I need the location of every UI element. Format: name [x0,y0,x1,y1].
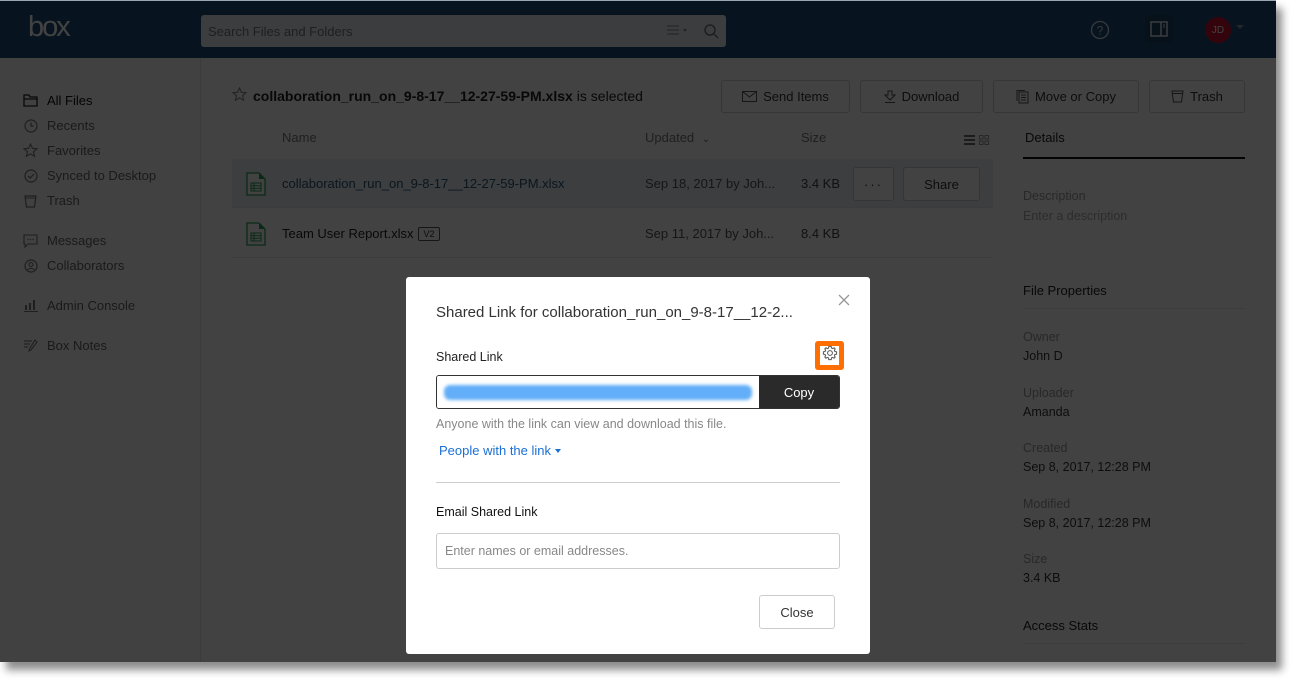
shared-link-label: Shared Link [436,350,503,364]
modal-title: Shared Link for collaboration_run_on_9-8… [436,304,793,321]
divider [436,482,840,483]
gear-icon [822,345,838,366]
shared-link-field-group: Copy [436,375,840,409]
shared-link-url-input[interactable] [437,376,759,408]
shared-link-settings-button[interactable] [815,341,844,370]
copy-link-button[interactable]: Copy [759,376,839,408]
access-level-dropdown[interactable]: People with the link [439,443,562,458]
email-recipients-input[interactable] [436,533,840,569]
redacted-url [444,385,752,400]
caret-down-icon [555,448,562,453]
email-shared-link-label: Email Shared Link [436,505,538,519]
shared-link-modal: Shared Link for collaboration_run_on_9-8… [406,277,870,654]
close-icon[interactable] [838,293,850,311]
permission-description: Anyone with the link can view and downlo… [436,417,727,431]
close-button[interactable]: Close [759,595,835,629]
